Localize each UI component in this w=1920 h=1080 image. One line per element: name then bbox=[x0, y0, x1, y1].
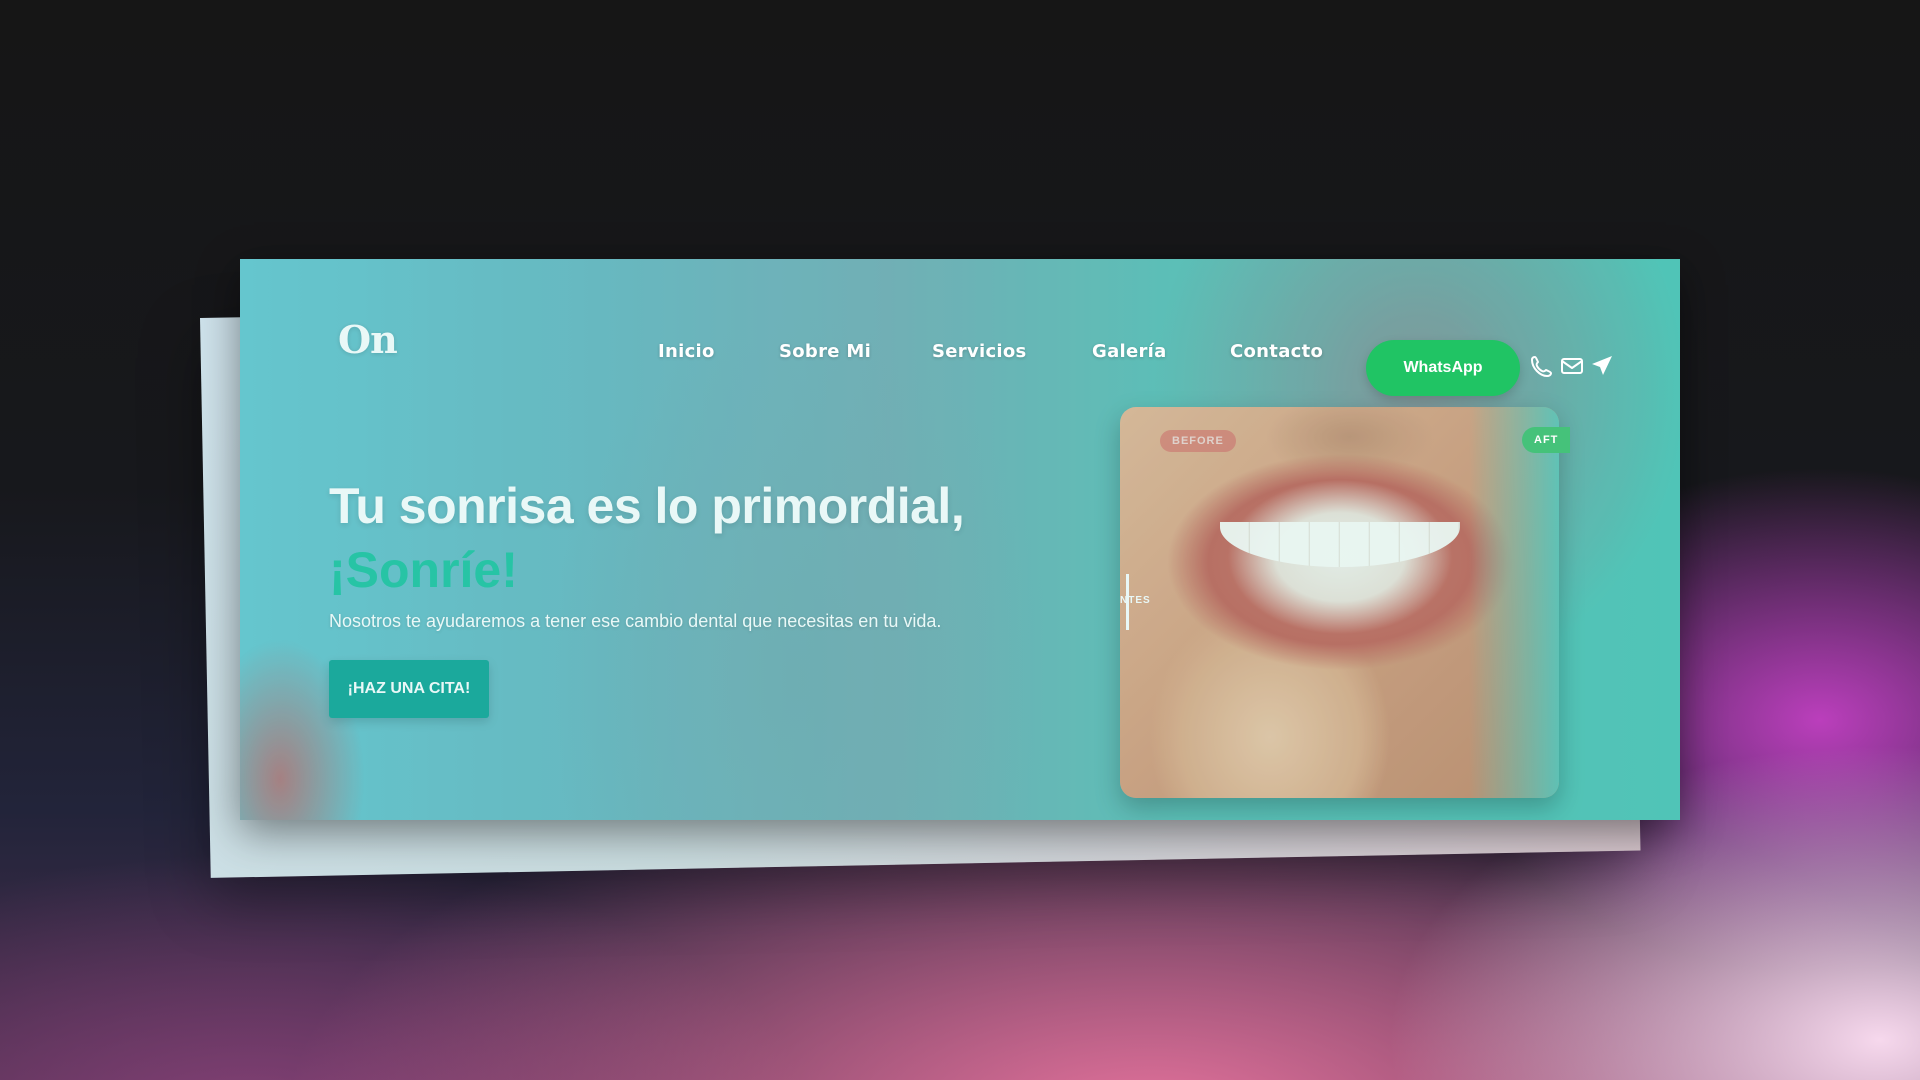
after-badge: AFT bbox=[1522, 427, 1571, 453]
send-icon[interactable] bbox=[1590, 354, 1614, 378]
nav-inicio[interactable]: Inicio bbox=[658, 341, 715, 362]
hero-accent: ¡Sonríe! bbox=[329, 542, 518, 598]
nav-sobre-mi[interactable]: Sobre Mi bbox=[779, 341, 871, 362]
hero-headline: Tu sonrisa es lo primordial, bbox=[329, 478, 965, 534]
nav-galeria[interactable]: Galería bbox=[1092, 341, 1167, 362]
mail-icon[interactable] bbox=[1560, 354, 1584, 378]
book-appointment-button[interactable]: ¡HAZ UNA CITA! bbox=[329, 660, 489, 718]
hero-subtext: Nosotros te ayudaremos a tener ese cambi… bbox=[329, 611, 942, 631]
nav-contacto[interactable]: Contacto bbox=[1230, 341, 1323, 362]
phone-icon[interactable] bbox=[1530, 354, 1554, 378]
whatsapp-button[interactable]: WhatsApp bbox=[1366, 340, 1520, 396]
contact-icons bbox=[1530, 354, 1614, 378]
nav-servicios[interactable]: Servicios bbox=[932, 341, 1027, 362]
slider-label: NTES bbox=[1120, 595, 1151, 606]
smile-photo bbox=[1220, 522, 1460, 567]
website-preview: On Inicio Sobre Mi Servicios Galería Con… bbox=[240, 259, 1680, 820]
before-after-slider[interactable]: BEFORE NTES bbox=[1120, 407, 1559, 798]
before-badge: BEFORE bbox=[1160, 430, 1236, 452]
